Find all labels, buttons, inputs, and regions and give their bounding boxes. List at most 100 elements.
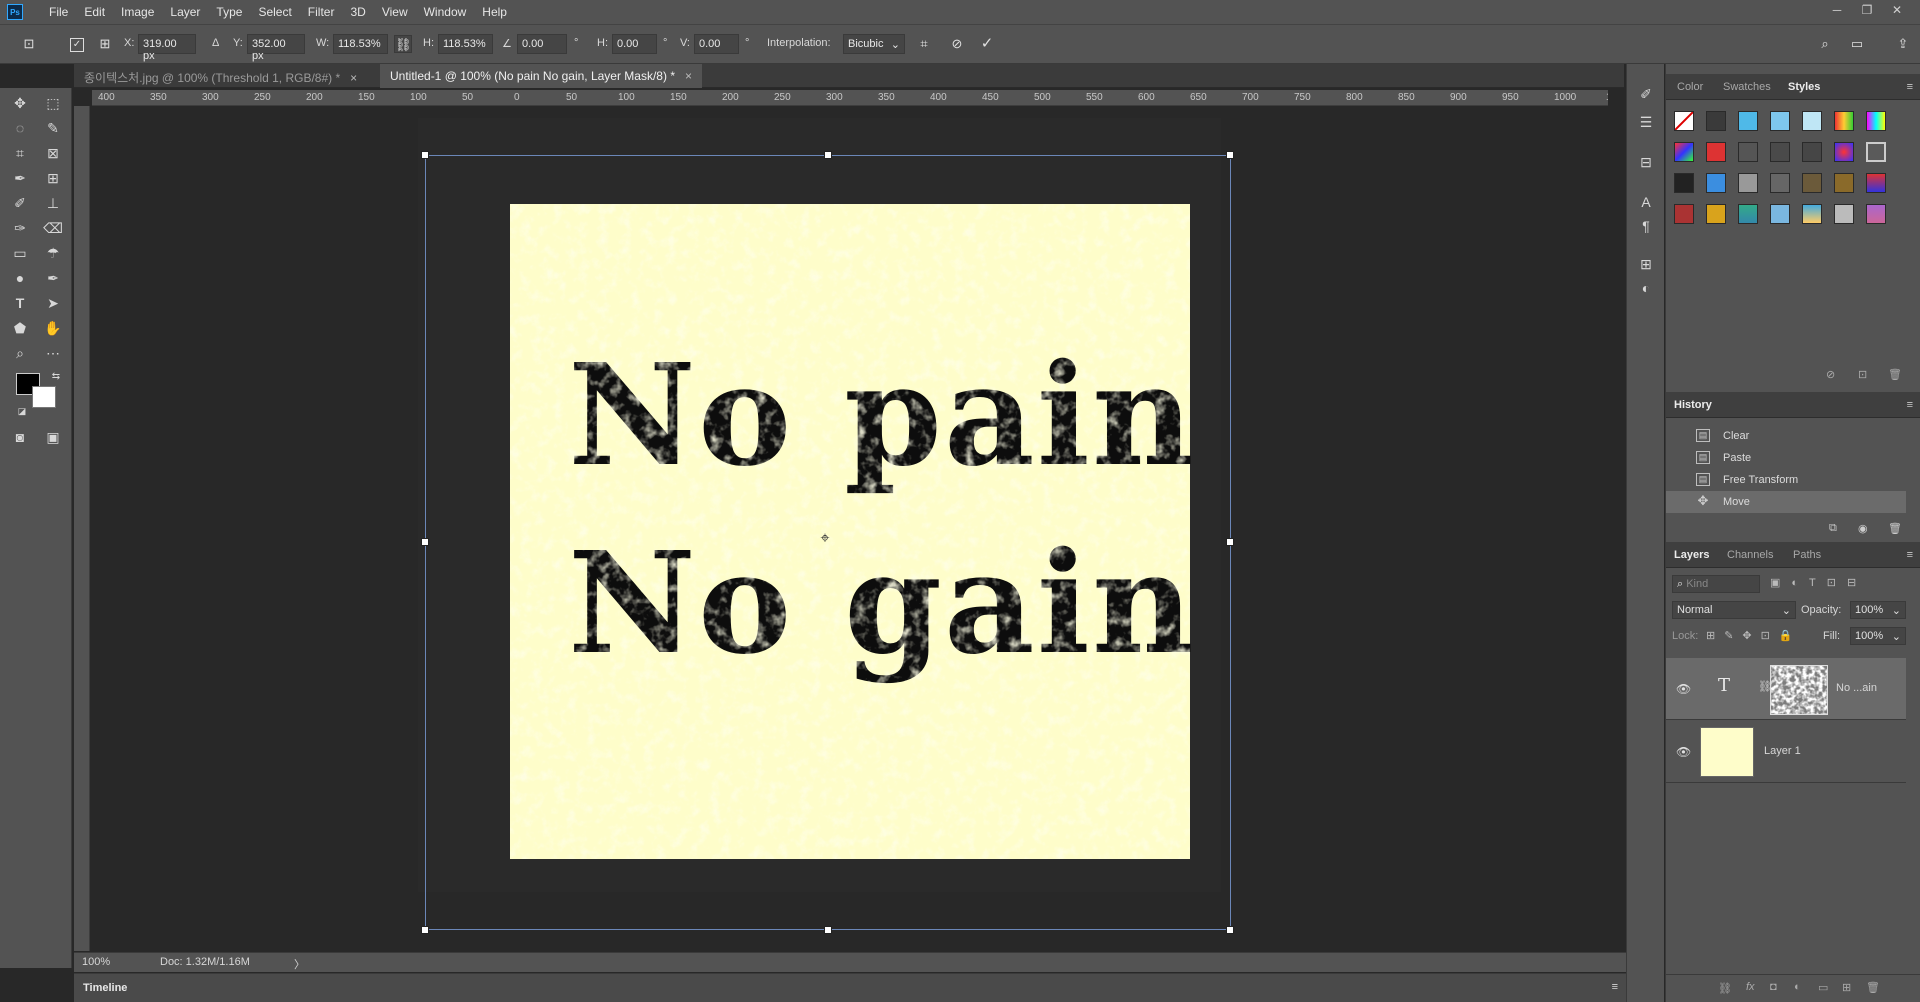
angle-field[interactable]: 0.00 xyxy=(517,34,567,54)
menu-view[interactable]: View xyxy=(374,5,416,19)
gradient-tool-icon[interactable]: ▭ xyxy=(7,242,33,264)
zoom-level[interactable]: 100% xyxy=(82,956,110,968)
reference-point-icon[interactable]: ⊞ xyxy=(96,35,114,53)
timeline-tab[interactable]: Timeline xyxy=(83,982,127,994)
panel-menu-icon[interactable]: ≡ xyxy=(1907,549,1913,561)
fx-icon[interactable]: fx xyxy=(1746,981,1755,993)
commit-transform-icon[interactable]: ✓ xyxy=(978,35,996,53)
style-swatch[interactable] xyxy=(1834,204,1854,224)
panel-menu-icon[interactable]: ≡ xyxy=(1907,399,1913,411)
tab-texture-jpg[interactable]: 종이텍스처.jpg @ 100% (Threshold 1, RGB/8#) *… xyxy=(74,64,367,88)
panel-menu-icon[interactable]: ≡ xyxy=(1612,981,1618,993)
brush-tool-icon[interactable]: ✐ xyxy=(7,192,33,214)
transform-handle-bottom-left[interactable] xyxy=(421,926,429,934)
screen-mode-icon[interactable]: ▣ xyxy=(40,426,66,448)
style-swatch[interactable] xyxy=(1738,173,1758,193)
history-item[interactable]: ▤ Free Transform xyxy=(1666,469,1906,491)
style-swatch[interactable] xyxy=(1802,111,1822,131)
opacity-field[interactable]: 100% ⌄ xyxy=(1850,601,1906,619)
frame-tool-icon[interactable]: ⊠ xyxy=(40,142,66,164)
tab-styles[interactable]: Styles xyxy=(1788,81,1820,93)
stamp-tool-icon[interactable]: ⊥ xyxy=(40,192,66,214)
blend-mode-select[interactable]: Normal ⌄ xyxy=(1672,601,1796,619)
style-swatch[interactable] xyxy=(1738,204,1758,224)
clear-style-icon[interactable]: ⊘ xyxy=(1826,368,1835,381)
visibility-eye-icon[interactable]: 👁 xyxy=(1676,745,1691,759)
dodge-tool-icon[interactable]: ● xyxy=(7,267,33,289)
move-tool-icon[interactable]: ✥ xyxy=(7,92,33,114)
menu-image[interactable]: Image xyxy=(113,5,162,19)
navigator-icon[interactable]: ◐ xyxy=(1636,278,1656,298)
tab-channels[interactable]: Channels xyxy=(1727,549,1773,561)
link-layers-icon[interactable]: ⛓ xyxy=(1718,982,1732,995)
menu-select[interactable]: Select xyxy=(250,5,299,19)
style-swatch[interactable] xyxy=(1706,142,1726,162)
style-swatch[interactable] xyxy=(1834,142,1854,162)
properties-icon[interactable]: ⊟ xyxy=(1636,152,1656,172)
group-icon[interactable]: ▭ xyxy=(1818,981,1828,994)
panel-menu-icon[interactable]: ≡ xyxy=(1907,81,1913,93)
blur-tool-icon[interactable]: ☂ xyxy=(40,242,66,264)
marquee-tool-icon[interactable]: ⬚ xyxy=(40,92,66,114)
link-icon[interactable]: ⛓ xyxy=(394,35,412,53)
share-icon[interactable]: ⇪ xyxy=(1894,35,1912,53)
tab-untitled-1[interactable]: Untitled-1 @ 100% (No pain No gain, Laye… xyxy=(380,64,702,88)
style-swatch[interactable] xyxy=(1834,111,1854,131)
w-field[interactable]: 118.53% xyxy=(333,34,388,54)
history-brush-icon[interactable]: ✑ xyxy=(7,217,33,239)
menu-edit[interactable]: Edit xyxy=(76,5,113,19)
new-document-from-state-icon[interactable]: ⧉ xyxy=(1829,522,1837,535)
new-style-icon[interactable]: ⊡ xyxy=(1858,368,1867,381)
tab-layers[interactable]: Layers xyxy=(1674,549,1709,561)
style-swatch[interactable] xyxy=(1770,111,1790,131)
path-select-icon[interactable]: ➤ xyxy=(40,292,66,314)
transform-handle-left[interactable] xyxy=(421,538,429,546)
style-swatch[interactable] xyxy=(1866,142,1886,162)
layer-filter-kind[interactable]: ⌕ Kind xyxy=(1672,575,1760,593)
delete-layer-icon[interactable]: 🗑 xyxy=(1866,981,1880,994)
new-layer-icon[interactable]: ⊞ xyxy=(1842,981,1851,994)
style-swatch[interactable] xyxy=(1802,204,1822,224)
menu-filter[interactable]: Filter xyxy=(300,5,343,19)
layer-mask-thumbnail[interactable] xyxy=(1770,665,1828,715)
transform-handle-bottom[interactable] xyxy=(824,926,832,934)
eyedropper-tool-icon[interactable]: ✒ xyxy=(7,167,33,189)
adjustment-layer-icon[interactable]: ◐ xyxy=(1794,981,1801,993)
minimize-icon[interactable]: ─ xyxy=(1822,3,1852,17)
style-swatch[interactable] xyxy=(1770,173,1790,193)
style-swatch[interactable] xyxy=(1738,111,1758,131)
type-tool-icon[interactable]: T xyxy=(7,292,33,314)
layer-row-text[interactable]: 👁 T ⛓ No ...ain xyxy=(1666,658,1906,720)
zoom-tool-icon[interactable]: ⌕ xyxy=(7,342,33,364)
layer-filter-icons[interactable]: ▣◐T⊡⊟ xyxy=(1770,576,1867,589)
restore-icon[interactable]: ❐ xyxy=(1852,3,1882,17)
style-swatch[interactable] xyxy=(1770,142,1790,162)
lasso-tool-icon[interactable]: ◌ xyxy=(7,117,33,139)
style-swatch[interactable] xyxy=(1802,142,1822,162)
transform-tool-icon[interactable]: ⊡ xyxy=(20,35,38,53)
style-swatch[interactable] xyxy=(1866,111,1886,131)
eraser-tool-icon[interactable]: ⌫ xyxy=(40,217,66,239)
tab-swatches[interactable]: Swatches xyxy=(1723,81,1771,93)
style-swatch[interactable] xyxy=(1674,204,1694,224)
menu-window[interactable]: Window xyxy=(416,5,475,19)
status-menu-arrow-icon[interactable]: 〉 xyxy=(294,956,305,972)
lock-icons[interactable]: ⊞✎✥⊡🔒 xyxy=(1706,629,1802,642)
snapshot-icon[interactable]: ◉ xyxy=(1858,522,1868,535)
layer-thumbnail[interactable] xyxy=(1700,727,1754,777)
hskew-field[interactable]: 0.00 xyxy=(612,34,657,54)
style-swatch[interactable] xyxy=(1674,111,1694,131)
style-swatch[interactable] xyxy=(1802,173,1822,193)
delete-style-icon[interactable]: 🗑 xyxy=(1888,368,1902,381)
x-field[interactable]: 319.00 px xyxy=(138,34,196,62)
quick-mask-icon[interactable]: ◙ xyxy=(7,426,33,448)
default-colors-icon[interactable]: ◪ xyxy=(9,400,35,422)
swap-colors-icon[interactable]: ⇆ xyxy=(43,366,69,388)
brush-settings-icon[interactable]: ✐ xyxy=(1636,84,1656,104)
paragraph-icon[interactable]: ¶ xyxy=(1636,216,1656,236)
style-swatch[interactable] xyxy=(1706,111,1726,131)
history-item[interactable]: ▤ Clear xyxy=(1666,425,1906,447)
style-swatch[interactable] xyxy=(1866,204,1886,224)
reference-point-crosshair-icon[interactable]: ⌖ xyxy=(816,530,834,548)
transform-handle-right[interactable] xyxy=(1226,538,1234,546)
